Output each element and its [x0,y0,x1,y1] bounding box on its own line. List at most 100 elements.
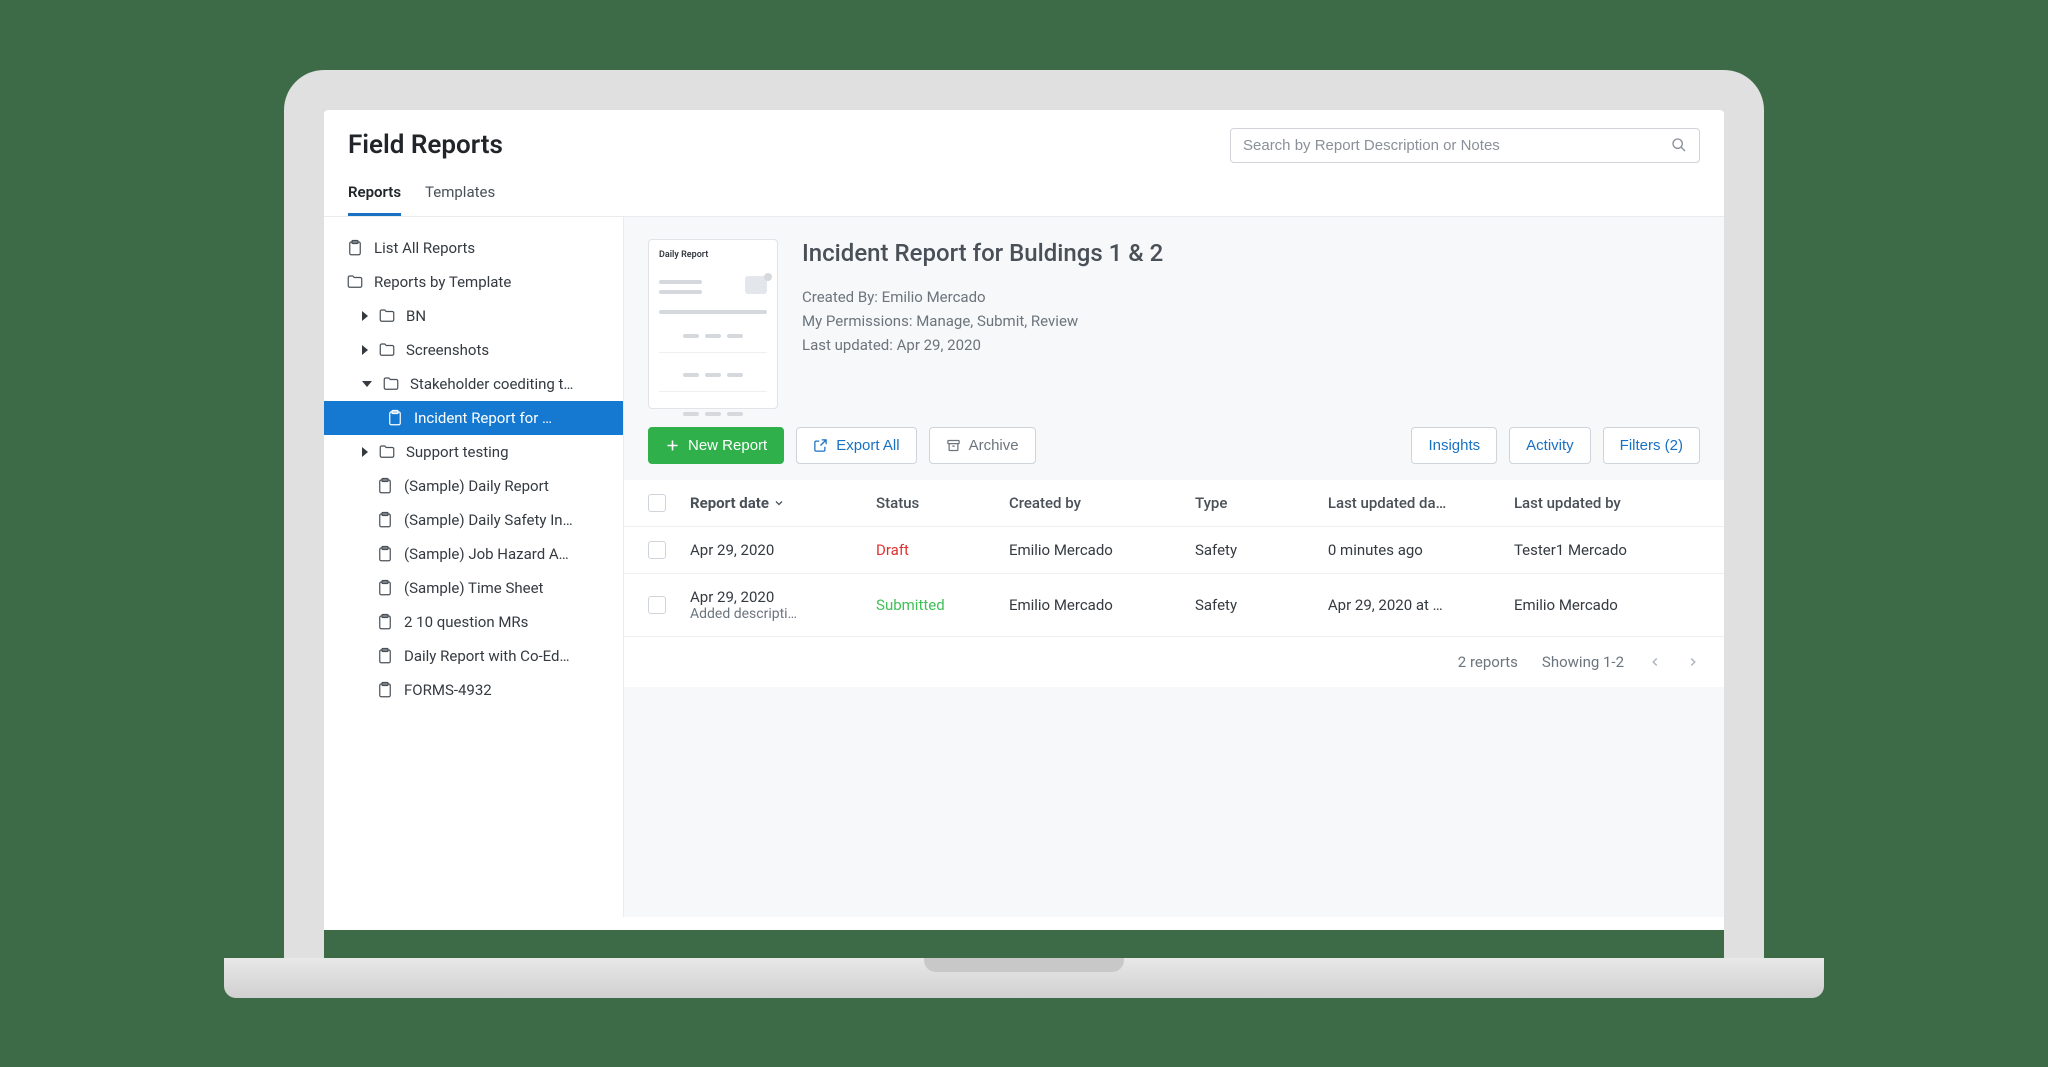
cell-date: Apr 29, 2020 [690,541,876,559]
sidebar: List All Reports Reports by Template BN [324,217,624,917]
sidebar-item-label: Daily Report with Co-Ed… [404,647,570,665]
activity-button[interactable]: Activity [1509,427,1591,464]
chevron-right-icon [362,345,368,355]
export-all-button[interactable]: Export All [796,427,916,464]
search-icon [1671,137,1687,153]
cell-date: Apr 29, 2020 Added descripti… [690,588,876,622]
sidebar-item-label: (Sample) Daily Report [404,477,549,495]
chevron-down-icon [362,381,372,387]
meta-created-by: Created By: Emilio Mercado [802,285,1163,309]
sidebar-folder-support[interactable]: Support testing [324,435,623,469]
button-label: New Report [688,437,767,454]
archive-button[interactable]: Archive [929,427,1036,464]
new-report-button[interactable]: New Report [648,427,784,464]
table-row[interactable]: Apr 29, 2020 Draft Emilio Mercado Safety… [624,527,1724,574]
base-strip [324,930,1724,958]
chevron-right-icon [362,447,368,457]
sidebar-item-label: (Sample) Time Sheet [404,579,543,597]
col-status[interactable]: Status [876,494,1009,512]
filters-button[interactable]: Filters (2) [1603,427,1700,464]
sidebar-folder-screenshots[interactable]: Screenshots [324,333,623,367]
folder-icon [378,307,396,325]
laptop-notch [924,958,1124,972]
cell-created-by: Emilio Mercado [1009,541,1195,559]
cell-updated-date: Apr 29, 2020 at … [1328,596,1514,614]
clipboard-icon [376,477,394,495]
next-page-button[interactable] [1686,655,1700,669]
plus-icon [665,438,680,453]
sidebar-sample-forms[interactable]: FORMS-4932 [324,673,623,707]
search-field[interactable] [1230,128,1700,163]
sidebar-sample-safety[interactable]: (Sample) Daily Safety In… [324,503,623,537]
sidebar-sample-timesheet[interactable]: (Sample) Time Sheet [324,571,623,605]
cell-status: Draft [876,541,1009,559]
insights-button[interactable]: Insights [1411,427,1497,464]
button-label: Archive [969,437,1019,454]
clipboard-icon [376,511,394,529]
page-title: Field Reports [348,130,503,160]
sidebar-item-label: List All Reports [374,239,475,257]
chevron-right-icon [362,311,368,321]
cell-status: Submitted [876,596,1009,614]
folder-icon [382,375,400,393]
sidebar-sample-coedit[interactable]: Daily Report with Co-Ed… [324,639,623,673]
showing-range: Showing 1-2 [1542,653,1624,671]
chevron-down-icon [773,497,785,509]
clipboard-icon [376,545,394,563]
sidebar-item-label: Screenshots [406,341,489,359]
sidebar-item-label: BN [406,307,426,325]
report-count: 2 reports [1458,653,1518,671]
sidebar-sample-daily[interactable]: (Sample) Daily Report [324,469,623,503]
select-all-checkbox[interactable] [648,494,666,512]
sidebar-item-incident-report[interactable]: Incident Report for … [324,401,623,435]
cell-type: Safety [1195,596,1328,614]
button-label: Activity [1526,437,1574,454]
cell-updated-date: 0 minutes ago [1328,541,1514,559]
sidebar-folder-bn[interactable]: BN [324,299,623,333]
search-input[interactable] [1243,137,1671,154]
sidebar-list-all[interactable]: List All Reports [324,231,623,265]
sidebar-sample-mrs[interactable]: 2 10 question MRs [324,605,623,639]
table-header: Report date Status Created by Type Last … [624,480,1724,527]
sidebar-item-label: Incident Report for … [414,409,552,427]
col-type[interactable]: Type [1195,494,1328,512]
col-created-by[interactable]: Created by [1009,494,1195,512]
thumb-title: Daily Report [659,250,767,260]
cell-updated-by: Tester1 Mercado [1514,541,1700,559]
detail-meta: Incident Report for Buldings 1 & 2 Creat… [802,239,1163,409]
main-panel: Daily Report [624,217,1724,917]
sidebar-item-label: FORMS-4932 [404,681,492,699]
button-label: Export All [836,437,899,454]
prev-page-button[interactable] [1648,655,1662,669]
clipboard-icon [376,613,394,631]
laptop-frame: Field Reports Reports Templates List All… [284,70,1764,998]
app-header: Field Reports [324,110,1724,175]
table-row[interactable]: Apr 29, 2020 Added descripti… Submitted … [624,574,1724,637]
sidebar-by-template[interactable]: Reports by Template [324,265,623,299]
table-footer: 2 reports Showing 1-2 [624,637,1724,687]
sidebar-item-label: Stakeholder coediting t… [410,375,573,393]
sidebar-item-label: Support testing [406,443,509,461]
row-checkbox[interactable] [648,541,666,559]
clipboard-icon [386,409,404,427]
row-checkbox[interactable] [648,596,666,614]
col-updated-by[interactable]: Last updated by [1514,494,1700,512]
clipboard-icon [376,579,394,597]
reports-table: Report date Status Created by Type Last … [624,480,1724,687]
sidebar-folder-stakeholder[interactable]: Stakeholder coediting t… [324,367,623,401]
tab-templates[interactable]: Templates [425,175,495,216]
content: List All Reports Reports by Template BN [324,217,1724,917]
sidebar-sample-hazard[interactable]: (Sample) Job Hazard A… [324,537,623,571]
report-thumbnail: Daily Report [648,239,778,409]
tab-reports[interactable]: Reports [348,175,401,216]
col-updated-date[interactable]: Last updated da… [1328,494,1514,512]
clipboard-icon [346,239,364,257]
cell-type: Safety [1195,541,1328,559]
archive-icon [946,438,961,453]
report-title: Incident Report for Buldings 1 & 2 [802,239,1163,267]
detail-header: Daily Report [624,217,1724,427]
sidebar-item-label: 2 10 question MRs [404,613,528,631]
cell-created-by: Emilio Mercado [1009,596,1195,614]
col-report-date[interactable]: Report date [690,494,876,512]
button-label: Insights [1428,437,1480,454]
